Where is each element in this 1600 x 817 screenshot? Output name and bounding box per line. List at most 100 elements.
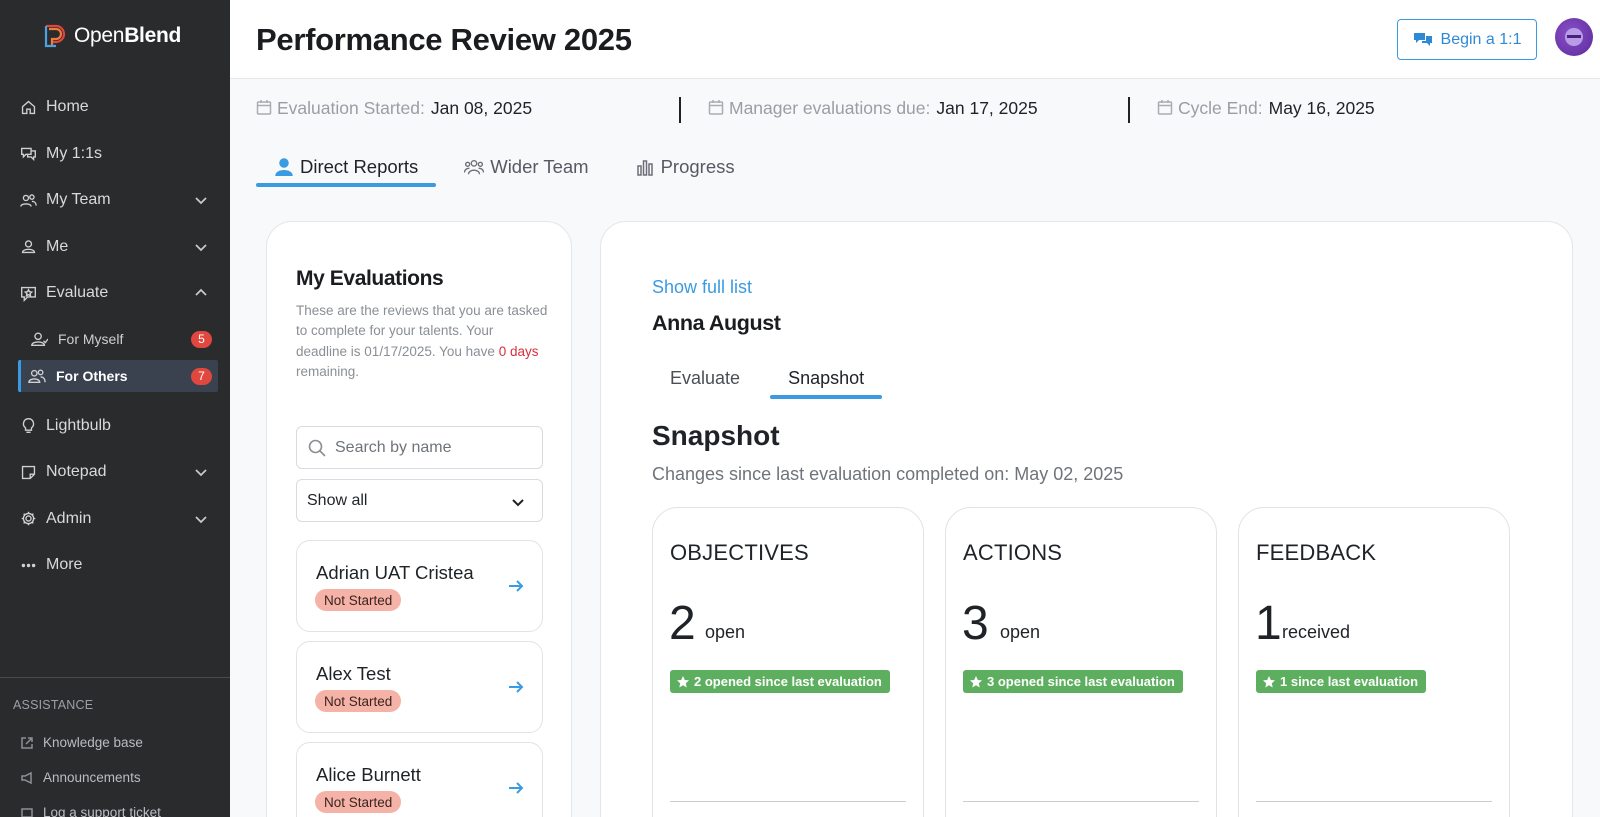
avatar-face-icon [1565,28,1583,46]
pill-text: 2 opened since last evaluation [694,674,882,689]
count-badge: 5 [191,330,212,348]
chevron-down-icon[interactable] [194,193,208,207]
sub-item-for-others[interactable]: For Others 7 [18,359,218,392]
more-icon [18,555,38,575]
person-name: Adrian UAT Cristea [316,562,474,583]
page-title: Performance Review 2025 [256,22,632,57]
metric-number: 2 [669,597,696,650]
external-link-icon [20,736,36,750]
metric-card-objectives: OBJECTIVES 2 open 2 opened since last ev… [652,507,924,817]
chevron-up-icon[interactable] [194,286,208,300]
notepad-icon [18,462,38,482]
filter-select[interactable]: Show all [296,479,543,522]
megaphone-icon [20,771,36,785]
evaluation-list-item[interactable]: Alex Test Not Started [296,641,543,733]
person-name: Alice Burnett [316,764,421,785]
calendar-icon [708,97,729,120]
main-nav: Home My 1:1s My Team Me Evaluate For Mys… [0,84,230,589]
date-label: Cycle End: [1178,98,1263,118]
description-text-end: remaining. [296,363,360,379]
nav-label: Evaluate [46,284,109,302]
my-evaluations-panel: My Evaluations These are the reviews tha… [266,221,572,817]
begin-1-1-button[interactable]: Begin a 1:1 [1397,19,1537,60]
status-badge: Not Started [315,690,402,712]
assistance-section: ASSISTANCE Knowledge base Announcements … [0,677,230,817]
chevron-down-icon[interactable] [194,512,208,526]
logo-text: OpenBlend [74,24,182,47]
nav-item-lightbulb[interactable]: Lightbulb [0,403,230,450]
metric-title: FEEDBACK [1256,540,1377,565]
calendar-icon [1157,97,1178,120]
filter-value: Show all [307,491,368,509]
tab-direct-reports[interactable]: Direct Reports [256,147,437,187]
metric-change-pill: 1 since last evaluation [1256,670,1427,693]
top-header: Performance Review 2025 Begin a 1:1 [230,0,1600,79]
search-input[interactable] [335,438,525,457]
lightbulb-icon [18,416,38,436]
chevron-down-icon[interactable] [194,240,208,254]
assist-label: Announcements [43,770,141,785]
tab-label: Progress [660,156,735,177]
assist-label: Log a support ticket [43,805,161,817]
user-avatar[interactable] [1555,18,1593,56]
status-badge: Not Started [315,589,402,611]
nav-label: More [46,556,83,574]
nav-item-notepad[interactable]: Notepad [0,449,230,496]
arrow-right-icon[interactable] [506,778,526,798]
user-icon [18,237,38,257]
search-box[interactable] [296,426,543,469]
metric-change-pill: 2 opened since last evaluation [670,670,890,693]
nav-item-my-1-1s[interactable]: My 1:1s [0,131,230,178]
evaluate-icon [18,283,38,303]
logo[interactable]: OpenBlend [42,22,181,50]
chat-bubbles-icon [1413,32,1432,46]
assist-item-support-ticket[interactable]: Log a support ticket [0,795,230,817]
group-icon [464,158,485,176]
nav-label: Notepad [46,463,107,481]
assist-item-announcements[interactable]: Announcements [0,760,230,795]
sub-item-for-myself[interactable]: For Myself 5 [18,323,218,355]
sidebar: OpenBlend Home My 1:1s My Team Me Evalua… [0,0,230,817]
nav-label: Admin [46,509,92,527]
assist-label: Knowledge base [43,735,143,750]
nav-label: My Team [46,191,111,209]
people-icon [28,367,48,385]
tab-snapshot[interactable]: Snapshot [770,357,883,399]
nav-item-home[interactable]: Home [0,84,230,131]
calendar-icon [256,97,277,120]
evaluation-list-item[interactable]: Adrian UAT Cristea Not Started [296,540,543,632]
tab-progress[interactable]: Progress [617,147,753,187]
evaluation-list-item[interactable]: Alice Burnett Not Started [296,742,543,817]
panel-title: My Evaluations [296,267,444,290]
employee-name: Anna August [652,311,781,335]
arrow-right-icon[interactable] [506,576,526,596]
evaluate-submenu: For Myself 5 For Others 7 [0,317,230,403]
search-icon [308,439,326,457]
tab-evaluate[interactable]: Evaluate [652,357,758,399]
metric-number: 3 [962,597,989,650]
snapshot-subtitle: Changes since last evaluation completed … [652,464,1124,484]
nav-item-evaluate[interactable]: Evaluate [0,270,230,317]
arrow-right-icon[interactable] [506,677,526,697]
chevron-down-icon[interactable] [194,465,208,479]
tab-wider-team[interactable]: Wider Team [446,147,606,187]
star-icon [677,675,689,687]
divider [1128,97,1130,123]
main-tabs: Direct Reports Wider Team Progress [256,147,763,187]
pill-text: 1 since last evaluation [1280,674,1419,689]
date-manager-due: Manager evaluations due: Jan 17, 2025 [708,97,1038,120]
metric-card-actions: ACTIONS 3 open 3 opened since last evalu… [945,507,1217,817]
cycle-dates-bar: Evaluation Started: Jan 08, 2025 Manager… [256,97,1456,123]
nav-item-more[interactable]: More [0,542,230,589]
gear-icon [18,509,38,529]
nav-item-admin[interactable]: Admin [0,496,230,543]
show-full-list-link[interactable]: Show full list [652,277,752,298]
star-icon [1263,675,1275,687]
metric-title: ACTIONS [963,540,1063,565]
evaluation-detail-panel: Show full list Anna August Evaluate Snap… [600,221,1573,817]
pill-text: 3 opened since last evaluation [987,674,1175,689]
nav-item-my-team[interactable]: My Team [0,177,230,224]
nav-item-me[interactable]: Me [0,224,230,271]
assist-item-knowledge-base[interactable]: Knowledge base [0,725,230,760]
nav-label: Lightbulb [46,416,111,434]
